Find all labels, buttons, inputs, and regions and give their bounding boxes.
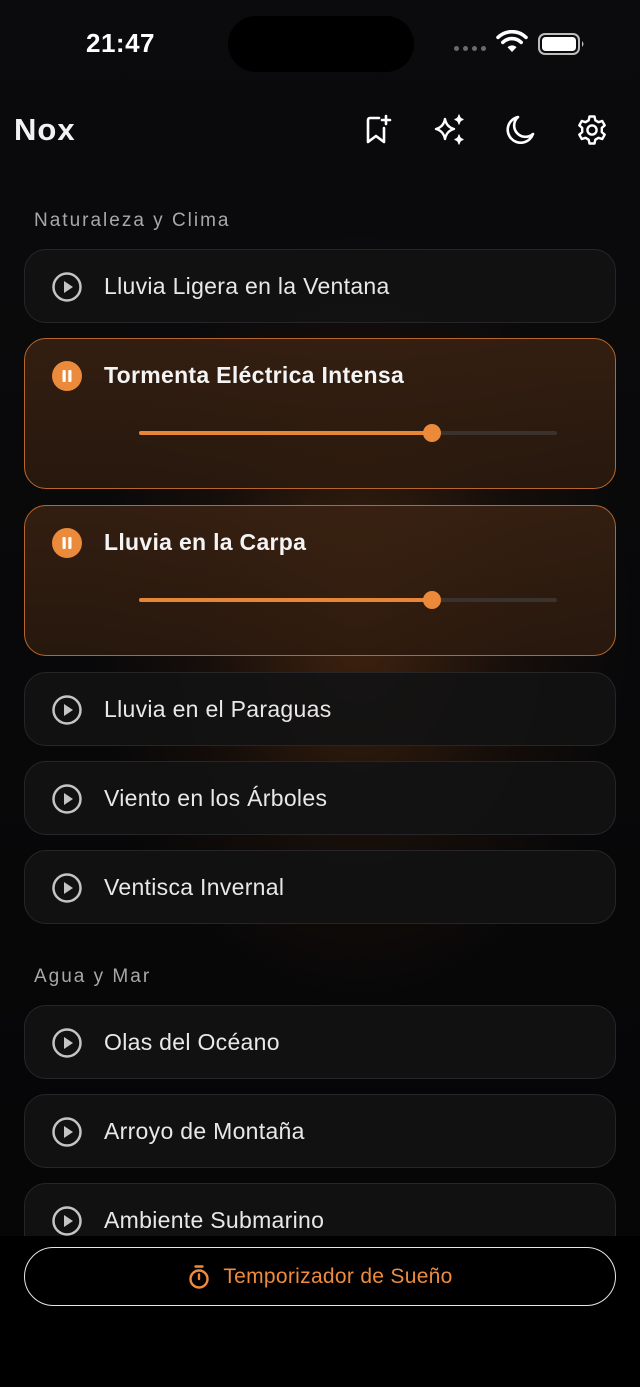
play-icon[interactable]	[51, 271, 83, 303]
sound-item-label: Lluvia en el Paraguas	[104, 696, 332, 722]
sound-item-label: Arroyo de Montaña	[104, 1118, 305, 1144]
bookmark-add-icon	[366, 114, 392, 144]
pause-icon[interactable]	[51, 360, 83, 392]
settings-button[interactable]	[574, 112, 610, 148]
volume-slider-fill	[139, 598, 432, 602]
sound-item-ocean-waves[interactable]: Olas del Océano	[24, 1005, 616, 1079]
gear-icon	[578, 115, 606, 145]
sound-item-label: Lluvia en la Carpa	[104, 529, 307, 555]
dynamic-island	[228, 16, 414, 72]
sound-item-label: Lluvia Ligera en la Ventana	[104, 273, 390, 299]
app-title: Nox	[14, 112, 76, 147]
sound-item-label: Ambiente Submarino	[104, 1207, 325, 1233]
battery-icon	[538, 33, 584, 55]
wifi-icon	[496, 30, 528, 52]
volume-slider-thumb[interactable]	[422, 591, 441, 609]
sound-item-light-rain-window[interactable]: Lluvia Ligera en la Ventana	[24, 249, 616, 323]
sound-item-label: Olas del Océano	[104, 1029, 280, 1055]
sound-item-intense-storm[interactable]: Tormenta Eléctrica Intensa	[24, 338, 616, 489]
sound-item-winter-blizzard[interactable]: Ventisca Invernal	[24, 850, 616, 924]
sound-item-rain-umbrella[interactable]: Lluvia en el Paraguas	[24, 672, 616, 746]
play-icon[interactable]	[51, 1116, 83, 1148]
play-icon[interactable]	[51, 783, 83, 815]
volume-slider-fill	[139, 431, 432, 435]
play-icon[interactable]	[51, 694, 83, 726]
sound-item-label: Viento en los Árboles	[104, 785, 328, 811]
moon-icon	[506, 115, 535, 144]
sparkles-button[interactable]	[432, 112, 468, 148]
sound-item-mountain-stream[interactable]: Arroyo de Montaña	[24, 1094, 616, 1168]
stopwatch-icon	[189, 1264, 210, 1289]
sound-item-label: Tormenta Eléctrica Intensa	[104, 362, 405, 388]
play-icon[interactable]	[51, 1205, 83, 1237]
sound-item-rain-tent[interactable]: Lluvia en la Carpa	[24, 505, 616, 656]
app-header: Nox	[0, 100, 640, 160]
pause-icon[interactable]	[51, 527, 83, 559]
volume-slider[interactable]	[139, 424, 557, 442]
section-title-water: Agua y Mar	[34, 966, 152, 987]
status-time: 21:47	[86, 28, 155, 58]
sleep-timer-button[interactable]: Temporizador de Sueño	[24, 1247, 616, 1306]
sound-item-wind-trees[interactable]: Viento en los Árboles	[24, 761, 616, 835]
status-bar: 21:47	[0, 0, 640, 90]
section-title-nature: Naturaleza y Clima	[34, 210, 231, 231]
volume-slider-thumb[interactable]	[422, 424, 441, 442]
play-icon[interactable]	[51, 1027, 83, 1059]
volume-slider[interactable]	[139, 591, 557, 609]
play-icon[interactable]	[51, 872, 83, 904]
sleep-timer-label: Temporizador de Sueño	[223, 1264, 453, 1288]
sparkles-icon	[434, 114, 464, 145]
sound-item-label: Ventisca Invernal	[104, 874, 285, 900]
bookmark-add-button[interactable]	[360, 112, 396, 148]
night-mode-button[interactable]	[502, 112, 538, 148]
cellular-signal-icon	[454, 46, 486, 51]
